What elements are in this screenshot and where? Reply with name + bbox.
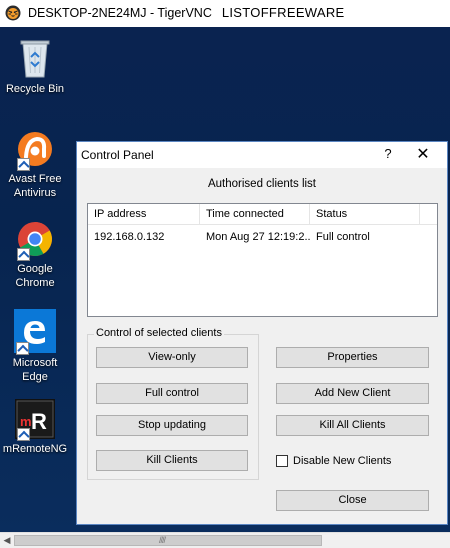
view-only-button[interactable]: View-only <box>96 347 248 368</box>
checkbox-box[interactable] <box>276 455 288 467</box>
desktop-icon-label-line2: Chrome <box>15 277 55 289</box>
full-control-button[interactable]: Full control <box>96 383 248 404</box>
shortcut-arrow-icon <box>17 428 30 441</box>
add-new-client-button[interactable]: Add New Client <box>276 383 429 404</box>
table-row[interactable]: 192.168.0.132 Mon Aug 27 12:19:2... Full… <box>88 228 437 246</box>
clients-list-caption: Authorised clients list <box>207 178 317 190</box>
stop-updating-button[interactable]: Stop updating <box>96 415 248 436</box>
checkbox-label[interactable]: Disable New Clients <box>293 454 391 468</box>
desktop-icon-edge[interactable]: Microsoft Edge <box>0 309 70 384</box>
dialog-title: Control Panel <box>81 148 154 162</box>
column-header-empty <box>420 204 437 224</box>
close-icon[interactable]: ✕ <box>415 144 431 164</box>
listview-header: IP address Time connected Status <box>88 204 437 225</box>
shortcut-arrow-icon <box>17 158 30 171</box>
column-header-ip[interactable]: IP address <box>88 204 200 224</box>
scrollbar-grip-icon: //// <box>159 535 166 545</box>
scroll-left-arrow-icon[interactable]: ◀ <box>2 535 12 546</box>
vnc-title-text: DESKTOP-2NE24MJ - TigerVNC <box>28 6 212 20</box>
site-label: LISTOFFREEWARE <box>221 5 345 20</box>
desktop-icon-avast[interactable]: Avast Free Antivirus <box>0 129 70 200</box>
desktop-icon-label: Google <box>17 263 53 275</box>
help-button[interactable]: ? <box>381 146 395 161</box>
kill-all-clients-button[interactable]: Kill All Clients <box>276 415 429 436</box>
column-header-time[interactable]: Time connected <box>200 204 310 224</box>
properties-button[interactable]: Properties <box>276 347 429 368</box>
vnc-window-titlebar: DESKTOP-2NE24MJ - TigerVNC LISTOFFREEWARE <box>0 0 450 27</box>
tigervnc-logo-icon <box>5 5 21 21</box>
close-button[interactable]: Close <box>276 490 429 511</box>
desktop-icon-recycle-bin[interactable]: Recycle Bin <box>0 35 70 96</box>
cell-status: Full control <box>316 231 370 243</box>
desktop-icon-label: Recycle Bin <box>5 83 65 95</box>
scrollbar-thumb[interactable]: //// <box>14 535 322 546</box>
svg-text:R: R <box>31 409 47 434</box>
recycle-bin-icon <box>20 40 50 78</box>
horizontal-scrollbar[interactable]: ◀ //// <box>0 532 450 548</box>
cell-time: Mon Aug 27 12:19:2... <box>206 231 310 243</box>
desktop-icon-mremoteng[interactable]: m R mRemoteNG <box>0 399 70 456</box>
shortcut-arrow-icon <box>17 248 30 261</box>
clients-listview[interactable]: IP address Time connected Status 192.168… <box>87 203 438 317</box>
dialog-titlebar: Control Panel ? ✕ <box>77 142 447 168</box>
desktop-icon-label-line2: Antivirus <box>13 187 57 199</box>
vnc-window-title: DESKTOP-2NE24MJ - TigerVNC LISTOFFREEWARE <box>28 5 345 20</box>
desktop-icon-label: Avast Free <box>8 173 62 185</box>
cell-ip: 192.168.0.132 <box>94 231 165 243</box>
desktop-icon-label: mRemoteNG <box>2 443 68 455</box>
groupbox-title: Control of selected clients <box>94 327 224 339</box>
desktop-icon-chrome[interactable]: Google Chrome <box>0 219 70 290</box>
svg-text:m: m <box>20 414 32 429</box>
kill-clients-button[interactable]: Kill Clients <box>96 450 248 471</box>
shortcut-arrow-icon <box>16 342 29 355</box>
control-panel-dialog: Control Panel ? ✕ Authorised clients lis… <box>76 141 448 525</box>
column-header-status[interactable]: Status <box>310 204 420 224</box>
desktop-icon-label-line2: Edge <box>22 371 48 383</box>
desktop-icon-label: Microsoft <box>12 357 58 369</box>
